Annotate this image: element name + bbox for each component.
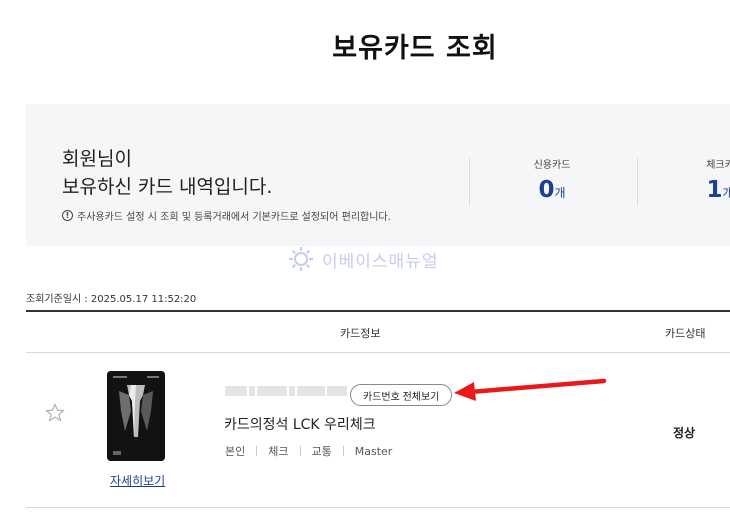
- header-card-status: 카드상태: [665, 327, 706, 340]
- check-card-count-unit: 개: [722, 186, 730, 200]
- annotation-arrow-icon: [454, 378, 607, 401]
- card-tags: 본인 체크 교통 Master: [225, 443, 392, 459]
- check-card-count-value: 1: [706, 177, 723, 203]
- watermark: 이베이스매뉴얼: [288, 246, 438, 272]
- summary-divider: [637, 158, 638, 206]
- greeting-line-2: 보유하신 카드 내역입니다.: [62, 176, 273, 198]
- tag-divider: [299, 446, 301, 456]
- check-card-label: 체크카: [706, 160, 730, 171]
- card-name: 카드의정석 LCK 우리체크: [224, 417, 376, 433]
- watermark-text: 이베이스매뉴얼: [322, 251, 439, 272]
- header-divider: [26, 352, 730, 353]
- card-summary-panel: 회원님이 보유하신 카드 내역입니다. ! 주사용카드 설정 시 조회 및 등록…: [26, 104, 730, 246]
- row-divider: [26, 507, 730, 508]
- reveal-card-number-button[interactable]: 카드번호 전체보기: [350, 384, 453, 406]
- tag-transit: 교통: [311, 445, 332, 458]
- check-card-count[interactable]: 체크카 1개: [640, 156, 730, 203]
- tag-divider: [342, 446, 344, 456]
- greeting-line-1: 회원님이: [62, 148, 132, 170]
- card-status: 정상: [673, 426, 696, 440]
- table-top-border: [26, 310, 730, 312]
- primary-card-notice: ! 주사용카드 설정 시 조회 및 등록거래에서 기본카드로 설정되어 편리합니…: [62, 208, 391, 223]
- tag-type: 체크: [268, 445, 289, 458]
- summary-divider: [469, 158, 470, 206]
- watermark-logo-icon: [289, 247, 313, 271]
- credit-card-count-value: 0: [538, 177, 555, 203]
- star-outline-icon[interactable]: [44, 402, 66, 424]
- credit-card-count[interactable]: 신용카드 0개: [472, 156, 632, 203]
- credit-card-count-unit: 개: [554, 186, 566, 200]
- tag-divider: [256, 446, 258, 456]
- tag-owner: 본인: [225, 445, 246, 458]
- detail-view-link[interactable]: 자세히보기: [110, 472, 165, 489]
- header-card-info: 카드정보: [340, 327, 381, 340]
- notice-text: 주사용카드 설정 시 조회 및 등록거래에서 기본카드로 설정되어 편리합니다.: [77, 212, 391, 223]
- tag-brand: Master: [354, 444, 393, 458]
- masked-card-number: [225, 386, 347, 396]
- alert-circle-icon: !: [62, 210, 73, 221]
- credit-card-label: 신용카드: [533, 160, 571, 171]
- page-title: 보유카드 조회: [332, 33, 498, 64]
- query-timestamp: 조회기준일시 : 2025.05.17 11:52:20: [26, 294, 197, 305]
- card-art: [107, 371, 165, 461]
- card-image[interactable]: [107, 371, 165, 461]
